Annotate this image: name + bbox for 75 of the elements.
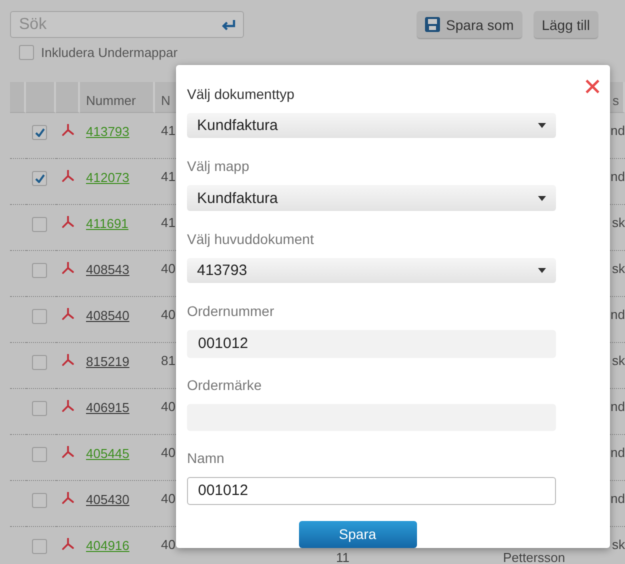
table-cell: nd [610,446,625,460]
dropdown[interactable]: 413793 [187,258,556,284]
field-label: Välj huvuddokument [187,230,315,248]
pdf-icon [62,446,74,458]
document-number-link[interactable]: 405430 [86,492,130,507]
field-label: Ordermärke [187,376,263,394]
pdf-icon [62,216,74,228]
table-cell: 11 [336,551,350,564]
caret-icon [538,123,546,128]
table-cell: 40 [161,492,176,506]
table-cell: 40 [161,400,176,414]
row-checkbox[interactable] [32,447,47,462]
table-cell: nd [610,170,625,184]
document-number-link[interactable]: 408543 [86,262,130,277]
row-checkbox[interactable] [32,263,47,278]
caret-icon [538,268,546,274]
row-checkbox[interactable] [32,171,47,186]
pdf-icon [62,308,74,320]
table-cell: nd [610,400,625,414]
table-cell: 81 [161,354,176,368]
row-checkbox[interactable] [32,539,47,554]
field-label: Namn [187,449,226,468]
table-cell: 41 [161,170,176,184]
dropdown[interactable]: Kundfaktura [187,185,556,211]
search-field[interactable]: Sök [10,11,244,38]
table-header-cell [10,82,26,113]
table-cell: sk [612,354,625,368]
dropdown[interactable]: Kundfaktura [187,113,556,138]
checkbox-label: Inkludera Undermappar [41,45,178,60]
input-field[interactable]: 001012 [187,477,556,505]
row-checkbox[interactable] [32,309,47,324]
table-header-cell [26,82,56,113]
save-as-button[interactable]: Spara som [417,11,522,38]
table-cell: 40 [161,446,176,460]
enter-icon [221,19,236,31]
pdf-icon [62,170,74,182]
row-checkbox[interactable] [32,217,47,232]
document-number-link[interactable]: 408540 [86,308,130,323]
table-cell: sk [612,262,625,276]
pdf-icon [62,124,74,136]
field-label: Ordernummer [187,302,276,320]
table-cell: nd [610,492,625,506]
table-cell: 40 [161,308,176,322]
table-cell: 40 [161,262,176,276]
save-button[interactable]: Spara [298,520,416,548]
document-number-link[interactable]: 406915 [86,400,130,415]
field-label: Välj mapp [187,157,250,176]
pdf-icon [62,492,74,504]
checkmark-icon [34,128,44,137]
table-cell: sk [612,216,625,230]
checkmark-icon [34,174,44,183]
row-checkbox[interactable] [32,355,47,370]
row-checkbox[interactable] [32,493,47,508]
caret-icon [538,196,546,201]
pdf-icon [62,538,74,550]
row-checkbox[interactable] [32,401,47,416]
table-header-cell [56,82,80,113]
pdf-icon [62,354,74,366]
add-button[interactable]: Lägg till [534,11,598,38]
save-icon [425,17,440,32]
table-cell: 40 [161,538,176,552]
document-number-link[interactable]: 815219 [86,354,130,369]
table-cell: nd [610,308,625,322]
table-cell: 41 [161,124,176,138]
row-checkbox[interactable] [32,125,47,140]
table-cell: Pettersson [503,551,566,564]
table-cell: nd [610,124,625,138]
pdf-icon [62,262,74,274]
table-cell: sk [612,538,625,552]
pdf-icon [62,400,74,412]
close-icon [584,78,600,94]
table-cell: 41 [161,216,176,230]
checkbox[interactable] [19,45,34,60]
table-header-cell: Nummer [80,82,155,113]
field-label: Välj dokumenttyp [187,85,296,103]
